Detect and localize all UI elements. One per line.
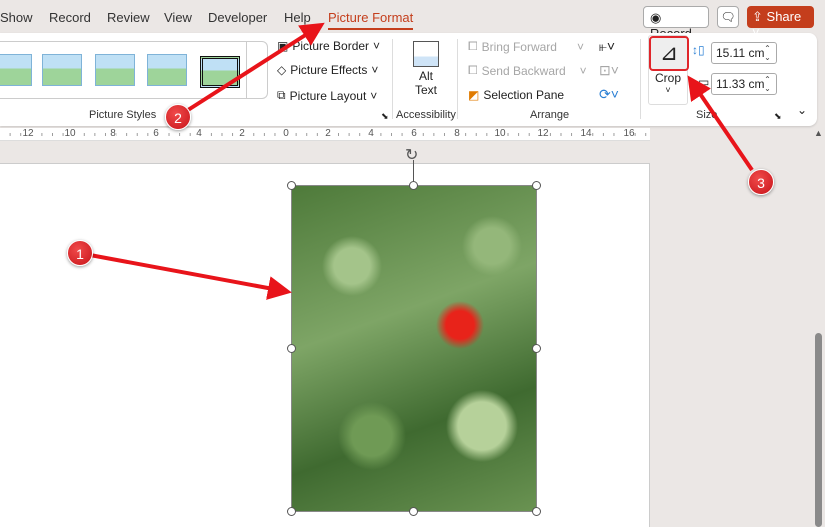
arrow-2 — [186, 22, 325, 112]
arrow-3 — [687, 75, 754, 172]
annotation-badge-2: 2 — [165, 104, 191, 130]
annotation-badge-3: 3 — [748, 169, 774, 195]
arrow-1 — [89, 253, 292, 300]
annotation-badge-1: 1 — [67, 240, 93, 266]
annotation-arrows — [89, 22, 754, 300]
